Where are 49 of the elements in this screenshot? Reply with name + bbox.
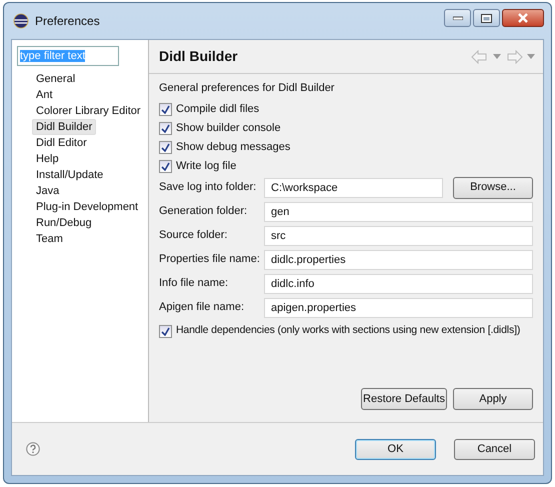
tree-item[interactable]: Plug-in Development [33,199,142,215]
apply-button[interactable]: Apply [453,388,533,410]
browse-button[interactable]: Browse... [453,176,533,198]
field-label: Info file name: [159,276,230,292]
close-icon [517,13,529,23]
minimize-icon [452,16,462,20]
tree-item[interactable]: Ant [33,87,56,103]
maximize-button[interactable] [473,9,500,27]
description-text: General preferences for Didl Builder [159,81,336,96]
input-field[interactable]: gen [264,202,533,222]
help-icon[interactable] [26,442,40,456]
ok-button[interactable]: OK [355,438,436,460]
input-field[interactable]: didlc.info [264,274,533,294]
checkbox-label: Compile didl files [176,102,260,117]
tree-item[interactable]: Colorer Library Editor [33,103,144,119]
checkbox[interactable] [159,122,172,134]
maximize-icon [481,14,492,22]
tree-item[interactable]: Help [33,151,62,167]
restore-defaults-button[interactable]: Restore Defaults [361,388,447,410]
field-label: Save log into folder: [159,180,258,196]
app-icon [13,13,29,29]
input-field[interactable]: apigen.properties [264,298,533,318]
tree-item[interactable]: Didl Builder [32,119,96,135]
tree-item[interactable]: Team [33,231,66,247]
window-title: Preferences [35,13,100,30]
field-label: Source folder: [159,228,228,244]
tree-item[interactable]: General [33,71,78,87]
checkbox-label: Write log file [176,158,236,174]
checkbox-label: Handle dependencies (only works with sections using new extension [.didls]) [176,323,520,338]
minimize-button[interactable] [444,9,471,27]
input-field[interactable]: didlc.properties [264,250,533,270]
tree-item[interactable]: Didl Editor [33,135,90,151]
field-label: Apigen file name: [159,300,245,316]
tree-item[interactable]: Java [33,183,62,199]
field-label: Generation folder: [159,204,248,220]
cancel-button[interactable]: Cancel [454,438,535,460]
checkbox-label: Show debug messages [176,140,290,155]
page-title: Didl Builder [159,47,238,66]
field-label: Properties file name: [159,252,261,268]
checkbox[interactable] [159,160,172,172]
tree-item[interactable]: Install/Update [33,167,106,183]
checkbox[interactable] [159,324,172,338]
checkbox[interactable] [159,102,172,116]
checkbox-label: Show builder console [176,120,281,136]
input-field[interactable]: src [264,226,533,246]
close-button[interactable] [502,9,544,27]
input-field[interactable]: C:\workspace [264,178,443,198]
checkbox[interactable] [159,140,172,154]
tree-item[interactable]: Run/Debug [33,215,95,231]
